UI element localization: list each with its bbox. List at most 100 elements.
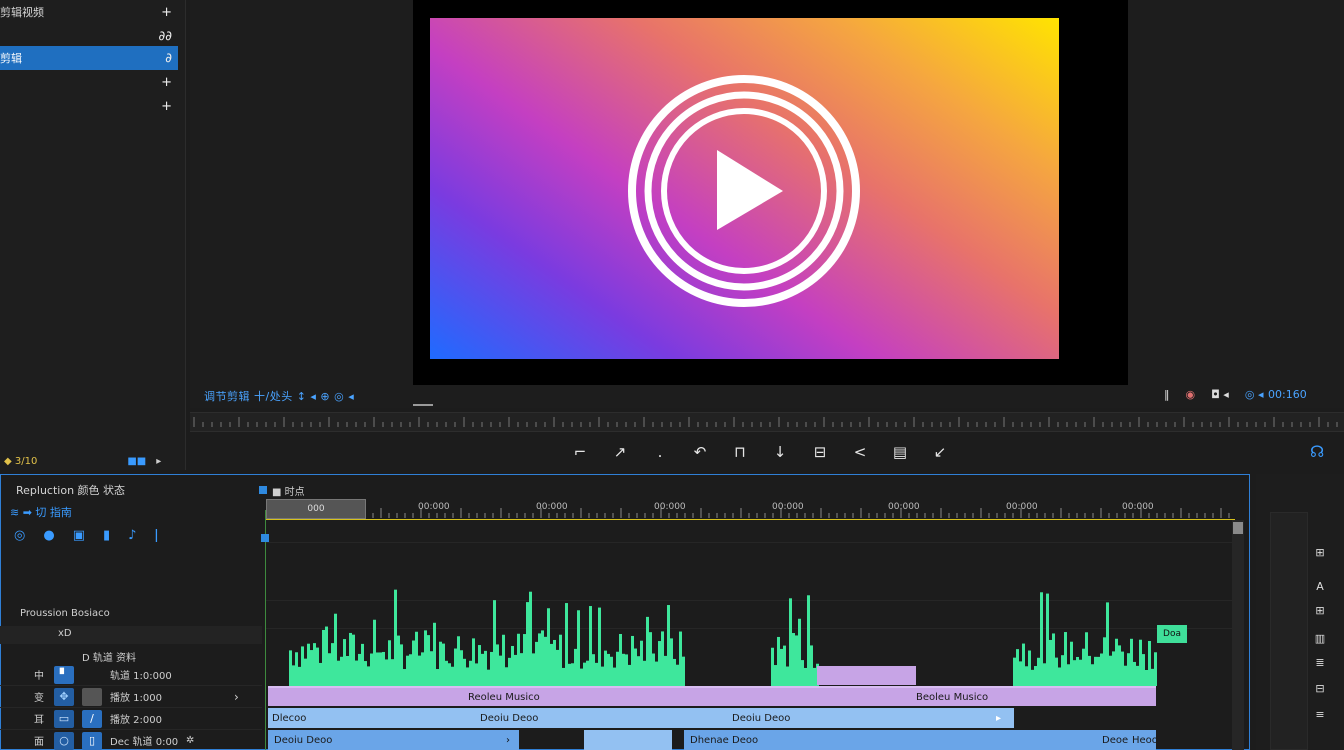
video-clip[interactable]: Dhenae Deoo Deoe Heoo bbox=[684, 730, 1156, 750]
monitor-ruler[interactable] bbox=[190, 412, 1344, 432]
audio-meter bbox=[1270, 512, 1308, 750]
export-frame-icon[interactable]: ◘ ◂ bbox=[1211, 388, 1229, 401]
project-row-2[interactable]: ∂∂ bbox=[0, 24, 178, 48]
step-forward-button[interactable]: ⊟ bbox=[800, 440, 840, 464]
go-to-out-button[interactable]: < bbox=[840, 440, 880, 464]
track-value: 播放 2:000 bbox=[110, 715, 162, 726]
track-name: 中 bbox=[34, 671, 44, 682]
project-row-1[interactable]: 剪辑视频 + bbox=[0, 0, 178, 24]
waveform-bar bbox=[298, 666, 301, 686]
waveform-bar bbox=[1052, 633, 1055, 686]
tracks-icon[interactable]: ▥ bbox=[1312, 632, 1328, 645]
record-icon[interactable]: ◉ bbox=[1186, 388, 1196, 401]
video-clip[interactable]: Deoiu Deoo › bbox=[268, 730, 519, 750]
ruler-marker-icon[interactable] bbox=[259, 486, 267, 494]
settings-icon[interactable]: ◎ ◂ bbox=[1245, 388, 1264, 401]
waveform-bar bbox=[301, 646, 304, 686]
transport-controls: ⌐ ↗ . ↶ ⊓ ↓ ⊟ < ▤ ↙ bbox=[560, 440, 960, 464]
bin-expand-icon[interactable]: ▸ bbox=[156, 456, 161, 467]
audio-clip-purple[interactable] bbox=[817, 666, 916, 685]
waveform-bar bbox=[337, 660, 340, 686]
audio-waveform[interactable] bbox=[265, 580, 1233, 688]
step-back-button[interactable]: ⊓ bbox=[720, 440, 760, 464]
waveform-bar bbox=[1016, 649, 1019, 686]
solo-icon[interactable]: ○ bbox=[54, 731, 74, 750]
play-button[interactable]: ↓ bbox=[760, 440, 800, 464]
bin-view-toggle[interactable]: ■■ bbox=[127, 456, 146, 467]
timeline-scrollbar-thumb[interactable] bbox=[1233, 522, 1243, 534]
timeline-toolbar[interactable]: ≋ ➡ 切 指南 bbox=[10, 504, 72, 520]
panel-icon[interactable]: ⊟ bbox=[1312, 682, 1328, 695]
help-icon[interactable]: ☊ bbox=[1310, 442, 1324, 461]
grid-icon[interactable]: ⊞ bbox=[1312, 604, 1328, 617]
waveform-bar bbox=[289, 650, 292, 686]
bin-left-text[interactable]: ◆ 3/10 bbox=[4, 456, 37, 467]
scrub-handle[interactable] bbox=[413, 404, 433, 406]
waveform-bar bbox=[1151, 668, 1154, 686]
link-icon[interactable]: ∂ bbox=[165, 51, 172, 66]
waveform-bar bbox=[1094, 656, 1097, 686]
go-to-in-button[interactable]: ↶ bbox=[680, 440, 720, 464]
record-track-icon[interactable]: ▯ bbox=[82, 731, 102, 750]
waveform-bar bbox=[508, 657, 511, 686]
waveform-bar bbox=[520, 653, 523, 686]
snap-icon[interactable]: ◎ bbox=[14, 528, 25, 543]
audio-clip-tag[interactable]: Doa bbox=[1157, 625, 1187, 643]
waveform-bar bbox=[361, 643, 364, 686]
monitor-timecode-left[interactable]: 调节剪辑 十/处头 ↕ ◂ ⊕ ◎ ◂ bbox=[204, 388, 354, 404]
text-tool-icon[interactable]: A bbox=[1312, 580, 1328, 593]
overwrite-button[interactable]: ↙ bbox=[920, 440, 960, 464]
project-row-4[interactable]: + bbox=[0, 70, 178, 94]
mark-out-button[interactable]: ↗ bbox=[600, 440, 640, 464]
playhead[interactable] bbox=[265, 510, 266, 750]
toggle-output-icon[interactable] bbox=[82, 687, 102, 706]
track-header[interactable]: 变 ✥ 播放 1:000 › bbox=[0, 686, 262, 708]
waveform-bar bbox=[292, 665, 295, 686]
waveform-bar bbox=[499, 655, 502, 686]
waveform-bar bbox=[343, 639, 346, 686]
caption-icon[interactable]: ǀ bbox=[154, 528, 158, 543]
in-out-range[interactable]: 000 bbox=[266, 499, 366, 519]
insert-button[interactable]: ▤ bbox=[880, 440, 920, 464]
gear-icon[interactable]: ✲ bbox=[186, 735, 194, 746]
track-name: 变 bbox=[34, 693, 44, 704]
list-icon[interactable]: ≣ bbox=[1312, 656, 1328, 669]
marker-icon[interactable]: ‖ bbox=[1164, 388, 1170, 401]
track-header[interactable]: 面 ○ ▯ Dec 轨道 0:00 ✲ bbox=[0, 730, 262, 750]
music-clip[interactable]: Reoleu Musico Beoleu Musico bbox=[268, 686, 1156, 706]
video-clip[interactable] bbox=[584, 730, 672, 750]
waveform-bar bbox=[1013, 657, 1016, 686]
lock-icon[interactable]: ▘ bbox=[54, 665, 74, 684]
waveform-bar bbox=[505, 667, 508, 686]
project-row-5[interactable]: + bbox=[0, 94, 178, 118]
timeline-scrollbar[interactable] bbox=[1232, 520, 1244, 750]
add-icon[interactable]: + bbox=[161, 75, 172, 90]
timeline-ruler[interactable] bbox=[265, 498, 1235, 520]
mute-icon[interactable]: / bbox=[82, 709, 102, 728]
track-header[interactable]: 中 ▘ 轨道 1:0:000 bbox=[0, 664, 262, 686]
sync-icon[interactable]: ✥ bbox=[54, 687, 74, 706]
add-icon[interactable]: + bbox=[161, 5, 172, 20]
waveform-bar bbox=[595, 662, 598, 686]
audio-icon[interactable]: ♪ bbox=[128, 528, 136, 543]
link-icon[interactable]: ∂∂ bbox=[159, 29, 172, 44]
add-marker-button[interactable]: . bbox=[640, 440, 680, 464]
track-header[interactable]: 耳 ▭ / 播放 2:000 bbox=[0, 708, 262, 730]
add-marker-icon[interactable]: ▣ bbox=[73, 528, 85, 543]
playhead-handle[interactable] bbox=[261, 534, 269, 542]
video-clip[interactable]: Dlecoo Deoiu Deoo Deoiu Deoo ▸ bbox=[268, 708, 1014, 728]
waveform-bar bbox=[490, 651, 493, 686]
mark-in-button[interactable]: ⌐ bbox=[560, 440, 600, 464]
monitor-icon[interactable]: ▭ bbox=[54, 709, 74, 728]
chevron-right-icon[interactable]: › bbox=[234, 690, 239, 704]
monitor-right-controls: ‖ ◉ ◘ ◂ ◎ ◂ bbox=[1164, 388, 1263, 401]
menu-icon[interactable]: ≡ bbox=[1312, 708, 1328, 721]
add-icon[interactable]: + bbox=[161, 99, 172, 114]
grid-icon[interactable]: ⊞ bbox=[1312, 546, 1328, 559]
waveform-bar bbox=[1025, 666, 1028, 686]
linked-selection-icon[interactable]: ● bbox=[43, 528, 54, 543]
waveform-bar bbox=[436, 669, 439, 686]
settings-icon[interactable]: ▮ bbox=[103, 528, 110, 543]
waveform-bar bbox=[1076, 656, 1079, 686]
project-row-selected[interactable]: 剪辑 ∂ bbox=[0, 46, 178, 70]
